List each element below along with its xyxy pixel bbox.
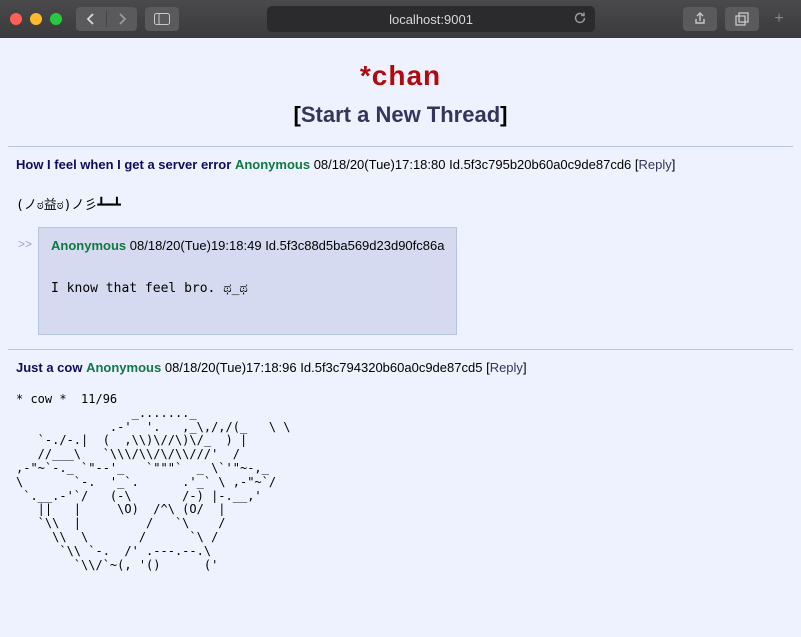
maximize-window-button[interactable] [50, 13, 62, 25]
close-window-button[interactable] [10, 13, 22, 25]
divider [8, 146, 793, 147]
reply-wrap: >> Anonymous 08/18/20(Tue)19:18:49 Id.5f… [16, 227, 793, 335]
reply-timestamp: 08/18/20(Tue)19:18:49 [130, 238, 262, 253]
divider [8, 349, 793, 350]
forward-button[interactable] [107, 7, 137, 31]
thread-body: (ノಠ益ಠ)ノ彡┻━┻ [16, 194, 793, 213]
thread-id: Id.5f3c794320b60a0c9de87cd5 [300, 360, 482, 375]
browser-toolbar: localhost:9001 + [0, 0, 801, 38]
thread-timestamp: 08/18/20(Tue)17:18:96 [165, 360, 297, 375]
minimize-window-button[interactable] [30, 13, 42, 25]
thread-header: How I feel when I get a server error Ano… [16, 157, 793, 172]
reload-button[interactable] [573, 11, 587, 28]
reply-link[interactable]: Reply [490, 360, 523, 375]
thread-timestamp: 08/18/20(Tue)17:18:80 [314, 157, 446, 172]
reply-body: I know that feel bro. ಥ_ಥ [51, 281, 444, 296]
thread-subject: Just a cow [16, 360, 82, 375]
back-button[interactable] [76, 7, 106, 31]
thread-id: Id.5f3c795b20b60a0c9de87cd6 [449, 157, 631, 172]
tabs-button[interactable] [725, 7, 759, 31]
thread-header: Just a cow Anonymous 08/18/20(Tue)17:18:… [16, 360, 793, 375]
page-content: *chan [Start a New Thread] How I feel wh… [0, 38, 801, 572]
start-new-thread-link[interactable]: Start a New Thread [301, 102, 500, 127]
thread-author: Anonymous [235, 157, 310, 172]
url-text: localhost:9001 [389, 12, 473, 27]
share-button[interactable] [683, 7, 717, 31]
reply-author: Anonymous [51, 238, 126, 253]
site-title: *chan [8, 60, 793, 92]
thread: How I feel when I get a server error Ano… [16, 157, 793, 335]
new-thread-line: [Start a New Thread] [8, 102, 793, 128]
window-controls [10, 13, 62, 25]
new-tab-button[interactable]: + [767, 7, 791, 31]
thread-body: * cow * 11/96 _......._ .-' '. ,_\,/,/(_… [16, 393, 793, 572]
reply-post: Anonymous 08/18/20(Tue)19:18:49 Id.5f3c8… [38, 227, 457, 335]
nav-back-forward [76, 7, 137, 31]
thread-author: Anonymous [86, 360, 161, 375]
bracket-open: [ [294, 102, 301, 127]
bracket-close: ] [500, 102, 507, 127]
reply-id: Id.5f3c88d5ba569d23d90fc86a [265, 238, 444, 253]
thread: Just a cow Anonymous 08/18/20(Tue)17:18:… [16, 360, 793, 572]
reply-link[interactable]: Reply [639, 157, 672, 172]
sidebar-toggle-button[interactable] [145, 7, 179, 31]
thread-subject: How I feel when I get a server error [16, 157, 231, 172]
address-bar[interactable]: localhost:9001 [267, 6, 595, 32]
toolbar-right: + [683, 7, 791, 31]
reply-header: Anonymous 08/18/20(Tue)19:18:49 Id.5f3c8… [51, 238, 444, 253]
reply-indent-icon: >> [18, 237, 32, 251]
